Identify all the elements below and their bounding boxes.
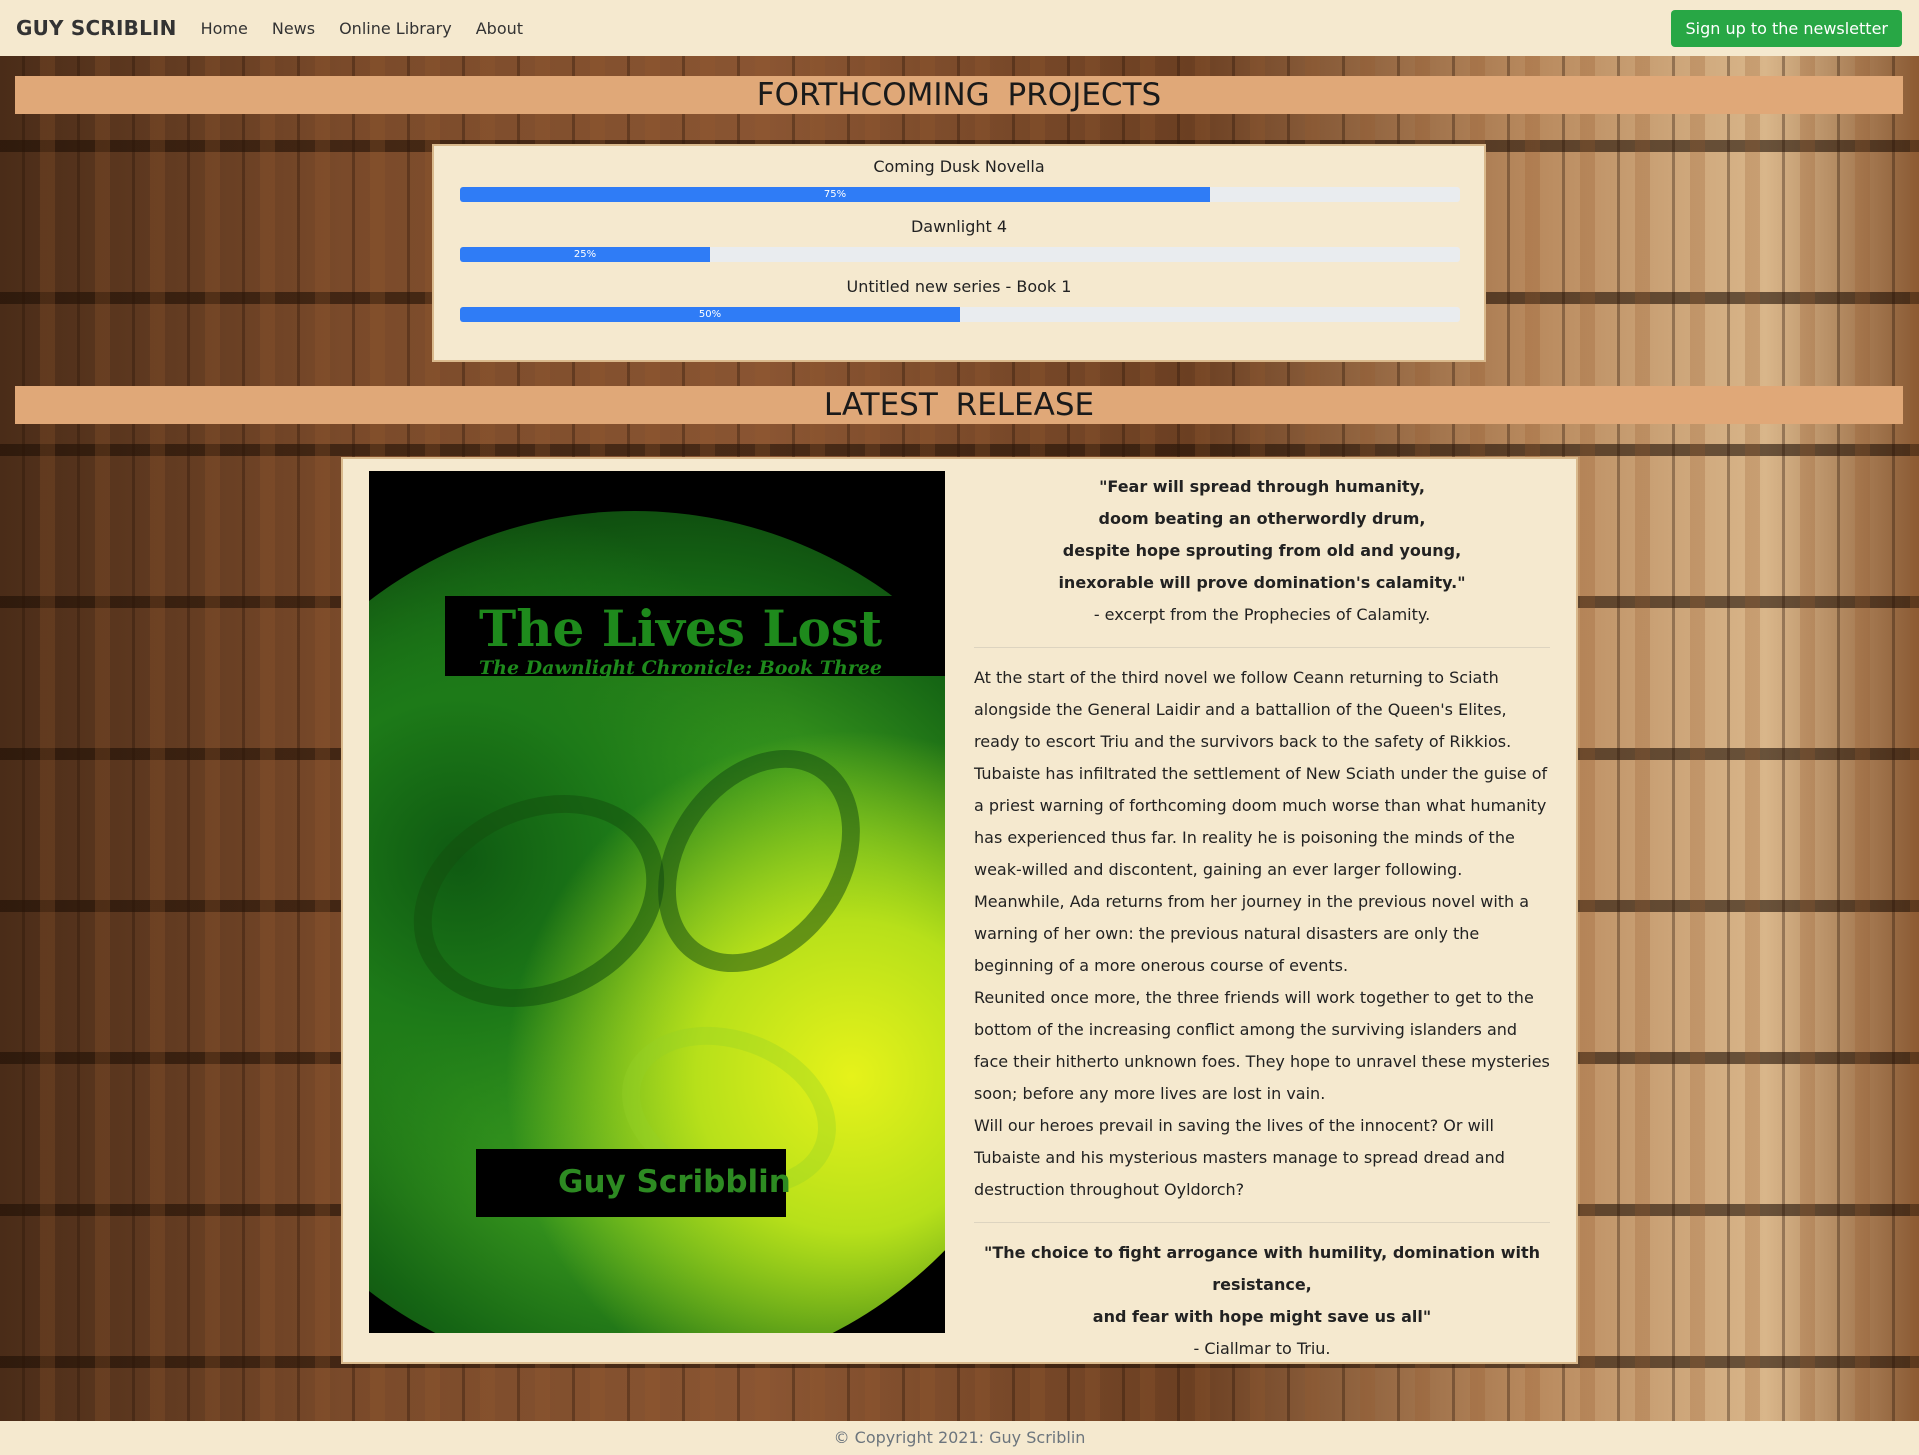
progress-bar: 75% — [460, 187, 1460, 202]
projects-panel: Coming Dusk Novella 75% Dawnlight 4 25% … — [432, 144, 1486, 362]
synopsis-paragraph: Will our heroes prevail in saving the li… — [974, 1116, 1505, 1199]
release-description: "Fear will spread through humanity, doom… — [974, 471, 1550, 1365]
newsletter-signup-button[interactable]: Sign up to the newsletter — [1671, 10, 1902, 47]
cover-subtitle: The Dawnlight Chronicle: Book Three — [479, 657, 883, 679]
divider — [974, 1222, 1550, 1223]
project-title: Coming Dusk Novella — [873, 157, 1045, 176]
project-title: Untitled new series - Book 1 — [846, 277, 1072, 296]
nav-about[interactable]: About — [476, 19, 523, 38]
progress-fill: 25% — [460, 247, 710, 262]
latest-release-panel: The Lives Lost The Dawnlight Chronicle: … — [341, 457, 1578, 1364]
cover-title: The Lives Lost — [479, 599, 883, 658]
divider — [974, 647, 1550, 648]
synopsis-paragraph: Tubaiste has infiltrated the settlement … — [974, 764, 1548, 879]
synopsis-paragraph: Meanwhile, Ada returns from her journey … — [974, 892, 1530, 975]
progress-fill: 75% — [460, 187, 1210, 202]
brand-logo[interactable]: GUY SCRIBLIN — [16, 16, 177, 40]
progress-fill: 50% — [460, 307, 960, 322]
opening-quote-line: despite hope sprouting from old and youn… — [1062, 541, 1462, 560]
opening-quote-line: inexorable will prove domination's calam… — [1058, 573, 1466, 592]
progress-bar: 25% — [460, 247, 1460, 262]
nav-news[interactable]: News — [272, 19, 315, 38]
project-item: Dawnlight 4 25% — [460, 216, 1460, 262]
navbar: GUY SCRIBLIN Home News Online Library Ab… — [0, 0, 1919, 56]
nav-home[interactable]: Home — [201, 19, 248, 38]
project-title: Dawnlight 4 — [910, 217, 1008, 236]
latest-release-heading: LATEST RELEASE — [15, 386, 1903, 424]
closing-quote-line: and fear with hope might save us all" — [1092, 1307, 1432, 1326]
project-item: Untitled new series - Book 1 50% — [460, 276, 1460, 322]
opening-quote-attribution: - excerpt from the Prophecies of Calamit… — [1093, 605, 1431, 624]
closing-quote-line: "The choice to fight arrogance with humi… — [983, 1243, 1540, 1294]
opening-quote-line: "Fear will spread through humanity, — [1099, 477, 1425, 496]
cover-author: Guy Scribblin — [558, 1164, 791, 1200]
footer-copyright: © Copyright 2021: Guy Scriblin — [0, 1421, 1919, 1455]
book-cover-image: The Lives Lost The Dawnlight Chronicle: … — [369, 471, 945, 1333]
synopsis-paragraph: At the start of the third novel we follo… — [974, 668, 1512, 751]
nav-online-library[interactable]: Online Library — [339, 19, 452, 38]
closing-quote-attribution: - Ciallmar to Triu. — [1193, 1339, 1331, 1358]
opening-quote-line: doom beating an otherwordly drum, — [1098, 509, 1426, 528]
project-item: Coming Dusk Novella 75% — [460, 156, 1460, 202]
progress-bar: 50% — [460, 307, 1460, 322]
synopsis-paragraph: Reunited once more, the three friends wi… — [974, 988, 1550, 1103]
forthcoming-projects-heading: FORTHCOMING PROJECTS — [15, 76, 1903, 114]
